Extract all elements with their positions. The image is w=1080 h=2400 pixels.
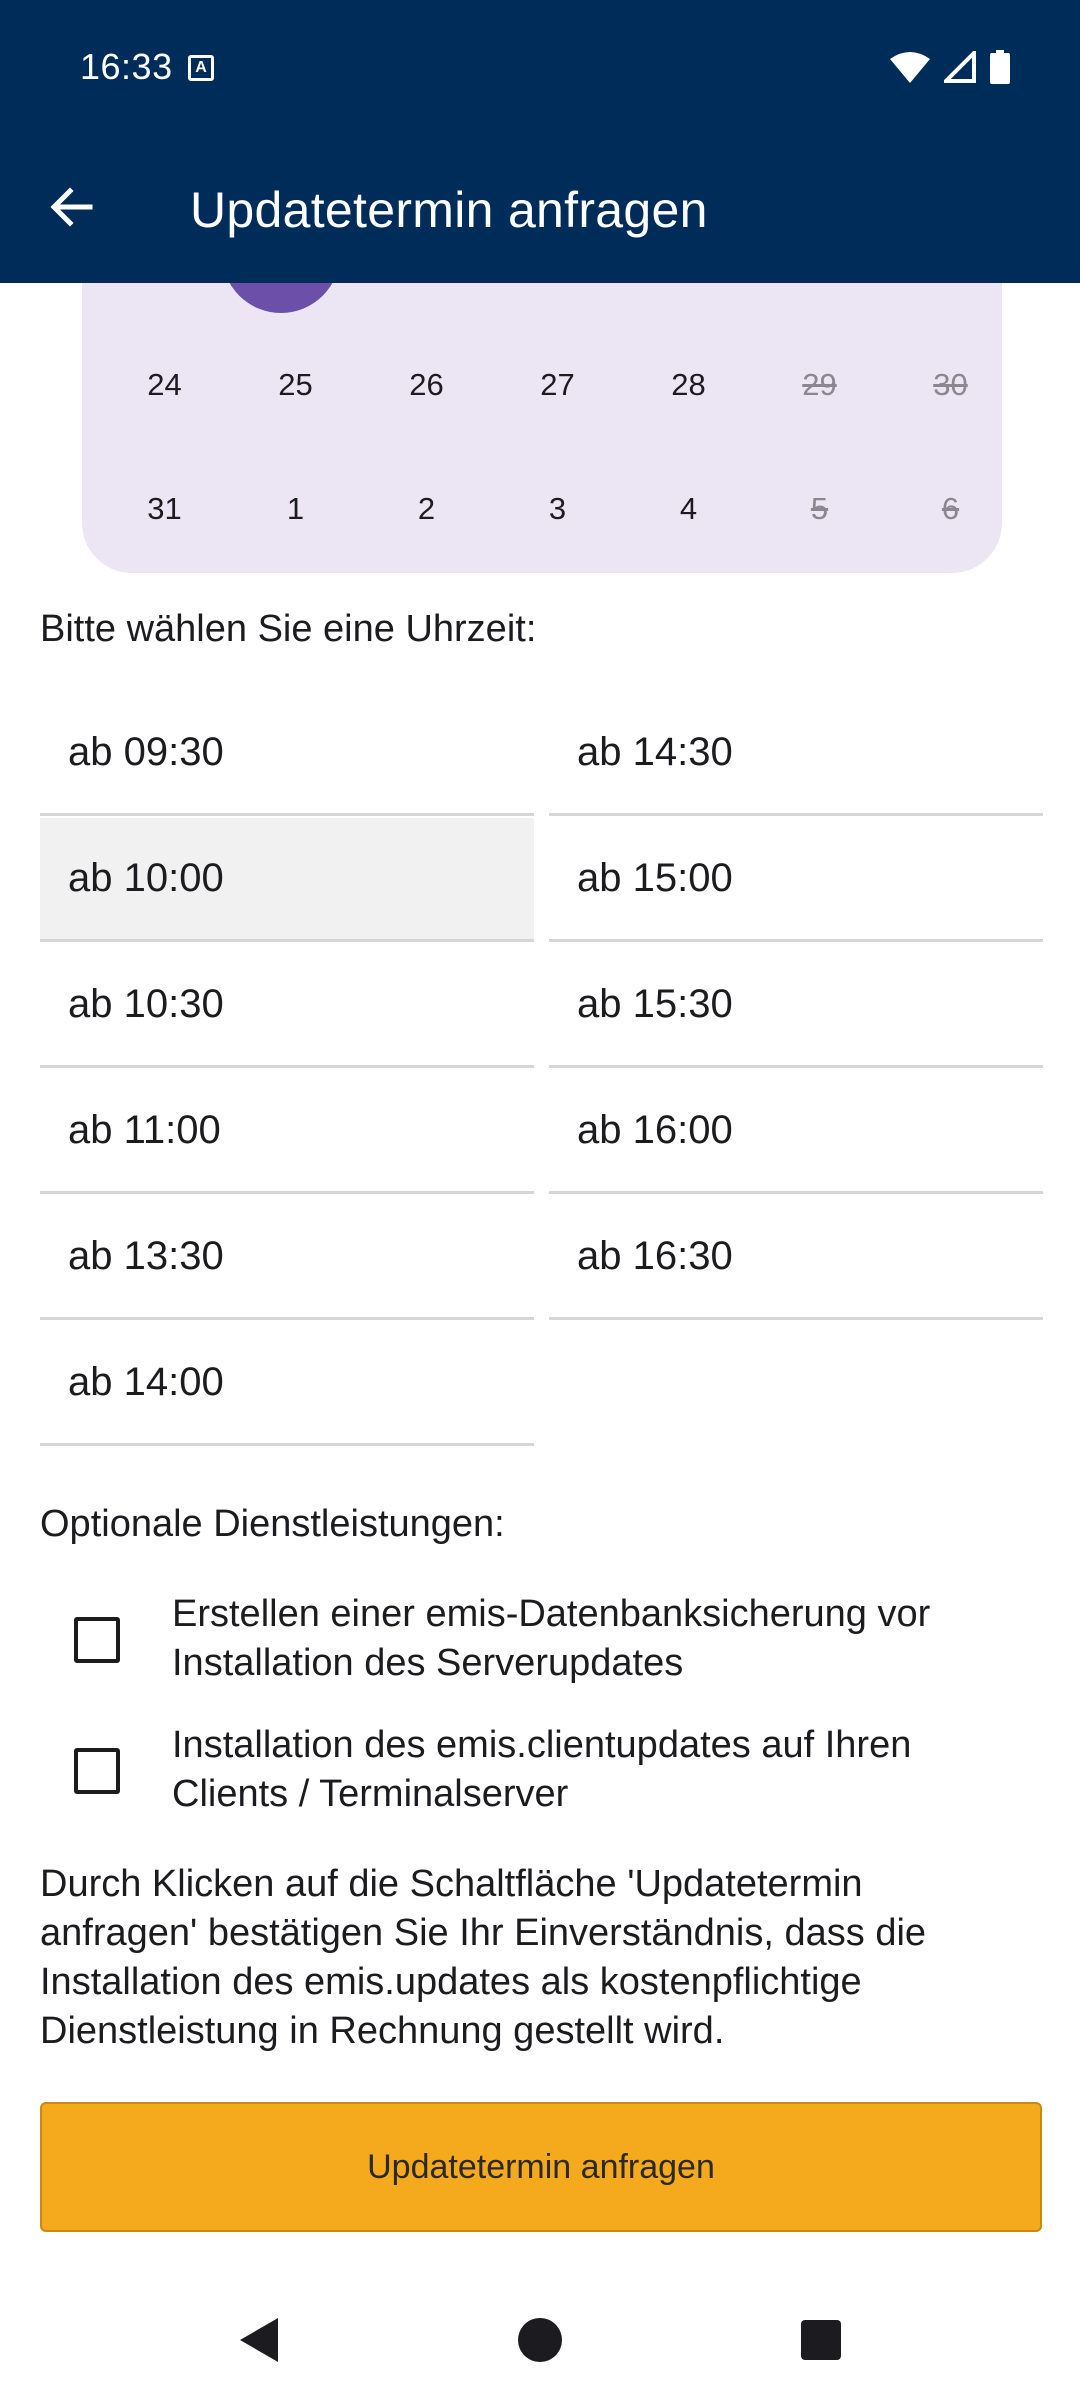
consent-notice: Durch Klicken auf die Schaltfläche 'Upda… [40,1860,1040,2056]
service-option-backup[interactable]: Erstellen einer emis-Datenbanksicherung … [40,1590,1040,1700]
time-slot-1430[interactable]: ab 14:30 [549,692,1043,816]
time-slot-1100[interactable]: ab 11:00 [40,1070,534,1194]
time-slot-label: ab 10:00 [68,856,224,900]
calendar-day[interactable]: 4 [623,469,754,549]
calendar-day[interactable]: 24 [99,345,230,425]
calendar-day-disabled: 6 [941,491,960,526]
calendar: 24 25 26 27 28 29 30 31 1 2 3 4 5 6 [82,283,1002,573]
back-button[interactable] [36,171,108,243]
wifi-icon [890,52,930,83]
time-slot-label: ab 14:30 [577,730,733,774]
calendar-day[interactable]: 3 [492,469,623,549]
nav-back-button[interactable] [228,2310,288,2370]
time-slot-label: ab 11:00 [68,1108,221,1152]
time-slot-label: ab 09:30 [68,730,224,774]
nav-recents-button[interactable] [791,2310,851,2370]
notice-line: Installation des emis.updates als kosten… [40,1961,862,2003]
status-icons [890,50,1010,84]
battery-icon [990,50,1010,84]
nav-back-icon [240,2318,278,2362]
time-slot-0930[interactable]: ab 09:30 [40,692,534,816]
calendar-day[interactable]: 2 [361,469,492,549]
notice-line: anfragen' bestätigen Sie Ihr Einverständ… [40,1912,927,1954]
time-section-label: Bitte wählen Sie eine Uhrzeit: [40,608,537,650]
calendar-day-disabled: 5 [810,491,829,526]
calendar-day[interactable]: 28 [623,345,754,425]
time-slot-label: ab 10:30 [68,982,224,1026]
calendar-day[interactable]: 25 [230,345,361,425]
nav-recents-icon [801,2320,841,2360]
calendar-day[interactable]: 1 [230,469,361,549]
service-option-clientupdate[interactable]: Installation des emis.clientupdates auf … [40,1721,1040,1831]
arrow-back-icon [50,187,93,227]
time-slot-1000[interactable]: ab 10:00 [40,818,534,942]
time-slot-label: ab 16:30 [577,1234,733,1278]
status-bar: 16:33 A [0,0,1080,135]
submit-button[interactable]: Updatetermin anfragen [40,2102,1042,2232]
page-title: Updatetermin anfragen [190,182,708,238]
service-option-text: Installation des Serverupdates [172,1642,684,1684]
time-slot-label: ab 15:30 [577,982,733,1026]
backup-checkbox[interactable] [74,1617,120,1663]
time-slot-1330[interactable]: ab 13:30 [40,1196,534,1320]
nav-home-icon [518,2318,562,2362]
a-notification-icon: A [188,55,214,81]
time-slot-1030[interactable]: ab 10:30 [40,944,534,1068]
calendar-day[interactable]: 27 [492,345,623,425]
submit-button-label: Updatetermin anfragen [367,2147,715,2186]
calendar-week-row: 24 25 26 27 28 29 30 [82,345,1002,425]
service-option-text: Installation des emis.clientupdates auf … [172,1724,912,1766]
signal-icon [944,51,976,83]
clientupdate-checkbox[interactable] [74,1748,120,1794]
time-slot-label: ab 15:00 [577,856,733,900]
system-nav-bar [0,2280,1080,2400]
calendar-day-disabled: 29 [802,367,837,402]
time-slot-label: ab 14:00 [68,1360,224,1404]
app-bar: Updatetermin anfragen [0,135,1080,283]
service-option-text: Erstellen einer emis-Datenbanksicherung … [172,1593,931,1635]
time-slot-1530[interactable]: ab 15:30 [549,944,1043,1068]
time-slot-1630[interactable]: ab 16:30 [549,1196,1043,1320]
calendar-day[interactable]: 31 [99,469,230,549]
calendar-day-disabled: 30 [933,367,968,402]
calendar-day[interactable]: 26 [361,345,492,425]
time-slot-1600[interactable]: ab 16:00 [549,1070,1043,1194]
time-slot-1500[interactable]: ab 15:00 [549,818,1043,942]
time-slot-1400[interactable]: ab 14:00 [40,1322,534,1446]
time-slot-label: ab 16:00 [577,1108,733,1152]
nav-home-button[interactable] [510,2310,570,2370]
calendar-week-row: 31 1 2 3 4 5 6 [82,469,1002,549]
services-label: Optionale Dienstleistungen: [40,1503,505,1545]
selected-day-indicator[interactable] [222,283,340,313]
notice-line: Durch Klicken auf die Schaltfläche 'Upda… [40,1863,863,1905]
notice-line: Dienstleistung in Rechnung gestellt wird… [40,2010,725,2052]
service-option-text: Clients / Terminalserver [172,1773,569,1815]
status-time: 16:33 [80,46,173,87]
time-slot-label: ab 13:30 [68,1234,224,1278]
